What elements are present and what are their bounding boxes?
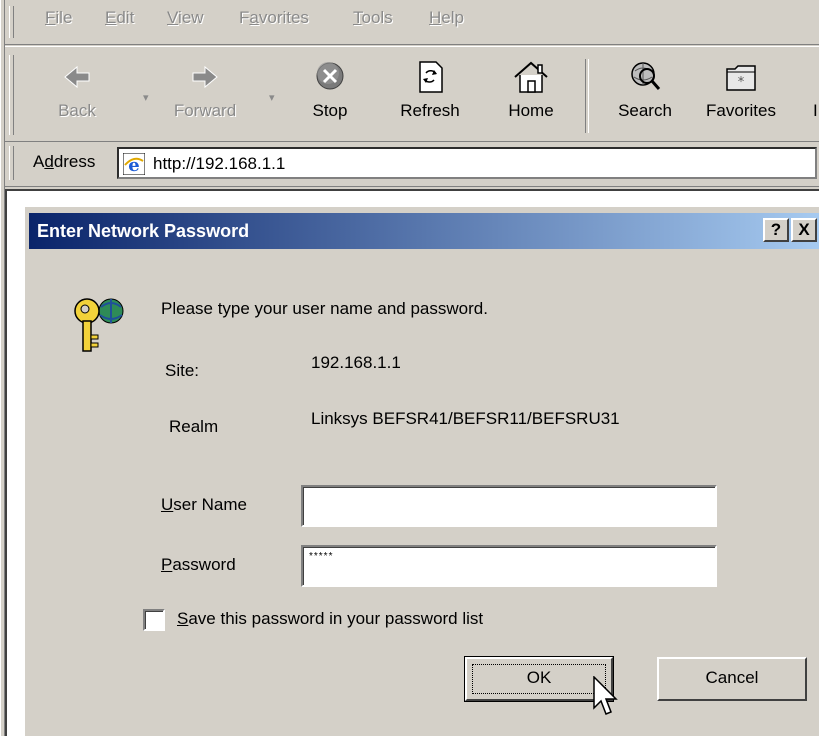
- back-arrow-icon: [57, 59, 97, 95]
- address-input[interactable]: e http://192.168.1.1: [117, 147, 817, 179]
- search-button[interactable]: Search: [611, 53, 679, 135]
- password-field[interactable]: *****: [301, 545, 717, 587]
- cancel-button[interactable]: Cancel: [657, 657, 807, 701]
- username-field[interactable]: [301, 485, 717, 527]
- address-bar: Address e http://192.168.1.1: [5, 142, 819, 187]
- address-url: http://192.168.1.1: [153, 154, 286, 173]
- key-globe-icon: [69, 291, 133, 359]
- cancel-label: Cancel: [705, 668, 759, 687]
- close-button[interactable]: X: [791, 218, 817, 242]
- password-value: *****: [309, 551, 334, 562]
- ie-page-icon: e: [122, 152, 146, 176]
- svg-text:*: *: [738, 75, 745, 90]
- refresh-button[interactable]: Refresh: [393, 53, 467, 135]
- home-label: Home: [508, 101, 554, 120]
- search-label: Search: [618, 101, 672, 120]
- refresh-icon: [410, 59, 450, 95]
- network-password-dialog: Enter Network Password ? X Please type y…: [23, 205, 819, 736]
- favorites-label: Favorites: [706, 101, 776, 120]
- ok-focus-rect: [472, 664, 606, 694]
- realm-label: Realm: [169, 417, 219, 436]
- forward-dropdown-icon[interactable]: ▾: [269, 91, 275, 104]
- save-password-label[interactable]: Save this password in your password list: [177, 609, 483, 629]
- site-label: Site:: [165, 361, 200, 380]
- save-password-checkbox[interactable]: [143, 609, 165, 631]
- help-button[interactable]: ?: [763, 218, 789, 242]
- realm-value: Linksys BEFSR41/BEFSR11/BEFSRU31: [311, 409, 620, 428]
- address-label: Address: [33, 152, 96, 171]
- back-dropdown-icon[interactable]: ▾: [143, 91, 149, 104]
- stop-button[interactable]: Stop: [305, 53, 355, 135]
- back-label: Back: [58, 101, 96, 120]
- prompt-text: Please type your user name and password.: [161, 299, 488, 318]
- ok-button[interactable]: OK: [464, 656, 614, 702]
- home-button[interactable]: Home: [503, 53, 559, 135]
- favorites-folder-icon: *: [721, 59, 761, 95]
- dialog-titlebar[interactable]: Enter Network Password ? X: [29, 213, 819, 249]
- toolbar-grip[interactable]: [9, 55, 14, 135]
- menu-bar: File Edit View Favorites Tools Help: [5, 0, 819, 45]
- username-label: User Name: [161, 495, 247, 514]
- search-globe-icon: [625, 59, 665, 95]
- back-button[interactable]: Back: [49, 53, 105, 135]
- menu-edit[interactable]: Edit: [105, 8, 134, 28]
- address-bar-grip[interactable]: [9, 146, 14, 180]
- home-icon: [511, 59, 551, 95]
- password-label: Password: [161, 555, 236, 574]
- toolbar-separator: [585, 59, 589, 133]
- forward-arrow-icon: [185, 59, 225, 95]
- stop-label: Stop: [312, 101, 348, 120]
- forward-label: Forward: [173, 101, 237, 120]
- refresh-label: Refresh: [400, 101, 460, 120]
- mouse-pointer-icon: [593, 675, 621, 720]
- menu-tools[interactable]: Tools: [353, 8, 393, 28]
- menu-favorites[interactable]: Favorites: [239, 8, 309, 28]
- dialog-title: Enter Network Password: [37, 221, 250, 241]
- stop-icon: [310, 59, 350, 95]
- favorites-button[interactable]: * Favorites: [695, 53, 787, 135]
- menu-help[interactable]: Help: [429, 8, 464, 28]
- site-value: 192.168.1.1: [311, 353, 401, 372]
- menu-file[interactable]: File: [45, 8, 72, 28]
- forward-button[interactable]: Forward: [165, 53, 245, 135]
- toolbar: Back ▾ Forward ▾ Stop Refresh Home Searc…: [5, 46, 819, 142]
- toolbar-overflow: I: [813, 101, 818, 120]
- menu-view[interactable]: View: [167, 8, 204, 28]
- menu-bar-grip[interactable]: [9, 6, 14, 38]
